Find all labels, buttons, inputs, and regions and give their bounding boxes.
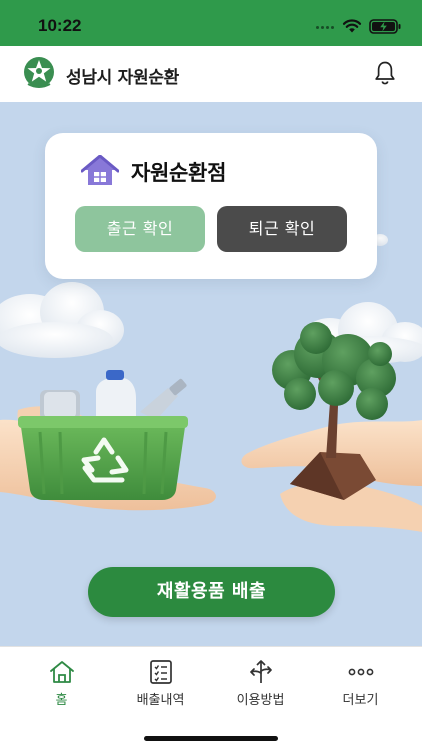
tab-more[interactable]: 더보기 xyxy=(308,647,413,727)
check-out-button[interactable]: 퇴근 확인 xyxy=(217,206,347,252)
card-title: 자원순환점 xyxy=(131,161,227,185)
home-indicator xyxy=(144,736,278,741)
signal-dots-icon xyxy=(316,26,338,30)
cloud-left xyxy=(0,282,124,358)
tab-guide-label: 이용방법 xyxy=(236,693,285,708)
app-title: 성남시 자원순환 xyxy=(66,68,179,88)
recycling-submit-button[interactable]: 재활용품 배출 xyxy=(88,567,335,617)
tab-history-label: 배출내역 xyxy=(136,693,185,708)
wifi-icon xyxy=(342,19,362,33)
more-icon xyxy=(348,668,374,676)
list-icon xyxy=(150,660,172,684)
tab-more-label: 더보기 xyxy=(342,693,379,708)
bell-icon[interactable] xyxy=(373,60,397,86)
recycling-point-card: 자원순환점 출근 확인 퇴근 확인 xyxy=(45,133,377,279)
app-header: 성남시 자원순환 xyxy=(0,46,422,102)
seongnam-logo-icon xyxy=(24,57,54,88)
check-in-button[interactable]: 출근 확인 xyxy=(75,206,205,252)
status-bar: 10:22 xyxy=(0,0,422,46)
bottom-tab-bar: 홈 배출내역 이용방법 더보기 xyxy=(0,646,422,750)
house-icon xyxy=(81,155,119,185)
tab-home-label: 홈 xyxy=(55,693,68,708)
tab-guide[interactable]: 이용방법 xyxy=(208,647,313,727)
directions-icon xyxy=(250,660,272,683)
tab-home[interactable]: 홈 xyxy=(9,647,114,727)
tab-history[interactable]: 배출내역 xyxy=(108,647,213,727)
battery-charging-icon xyxy=(369,19,401,34)
status-time: 10:22 xyxy=(38,16,82,35)
home-icon xyxy=(50,661,74,683)
